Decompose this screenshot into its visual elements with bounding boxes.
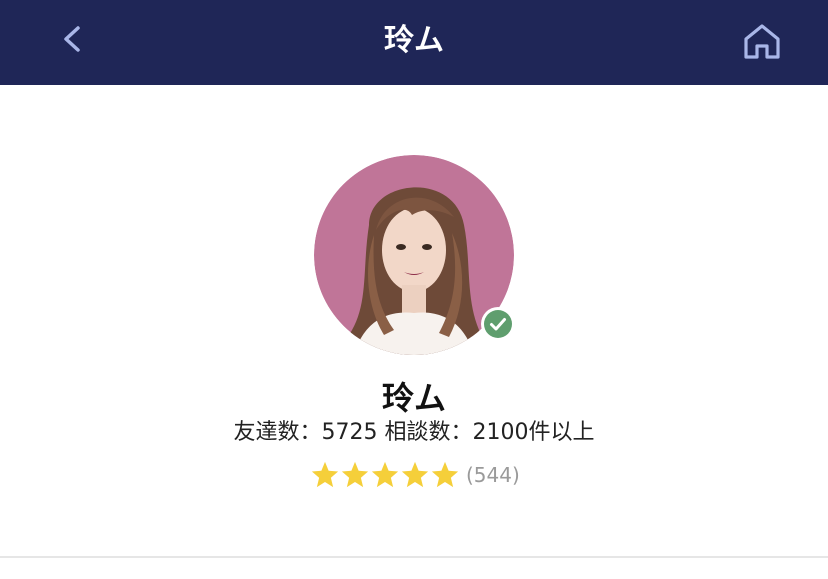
verified-badge — [480, 306, 516, 342]
avatar-container — [314, 155, 516, 355]
check-icon — [481, 307, 515, 341]
star-icon — [431, 461, 459, 488]
section-divider — [0, 556, 828, 558]
consult-label: 相談数： — [384, 420, 473, 445]
friends-label: 友達数： — [233, 420, 322, 445]
star-icon — [401, 461, 429, 488]
friends-count: 5725 — [321, 420, 378, 445]
consult-count: 2100件以上 — [472, 420, 595, 445]
rating[interactable]: (544) — [310, 458, 520, 492]
star-icon — [371, 461, 399, 488]
page-title: 玲ム — [384, 23, 444, 58]
profile-stats: 友達数：5725 相談数：2100件以上 — [0, 418, 828, 448]
star-icon — [341, 461, 369, 488]
app-header: 玲ム — [0, 0, 828, 85]
review-count: (544) — [466, 463, 520, 487]
star-icon — [311, 461, 339, 488]
home-button[interactable] — [740, 20, 784, 64]
star-rating — [310, 460, 460, 490]
home-icon — [744, 24, 780, 59]
profile-name: 玲ム — [381, 379, 446, 417]
